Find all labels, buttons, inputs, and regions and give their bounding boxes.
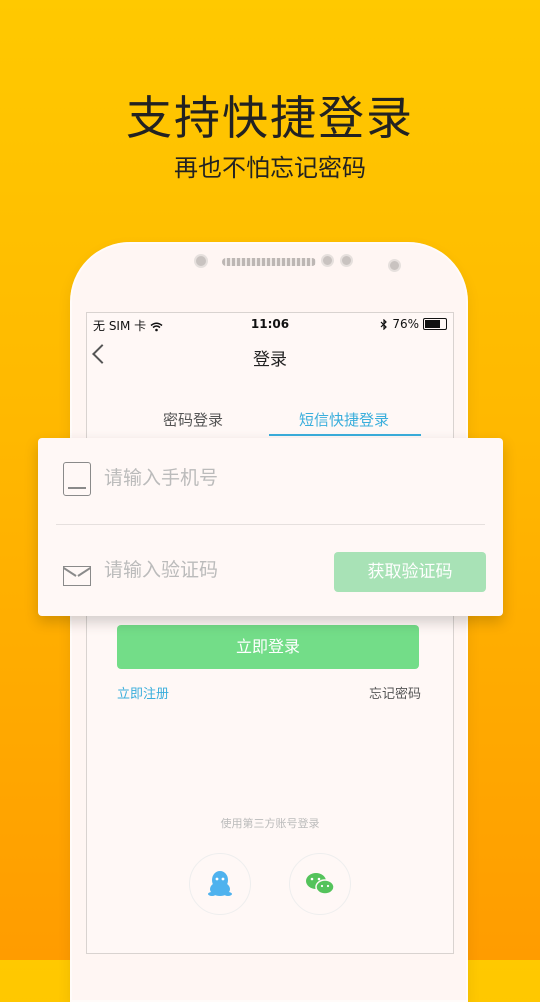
phone-input[interactable] [102, 466, 366, 490]
battery-icon [423, 318, 447, 330]
wechat-login-button[interactable] [289, 853, 351, 915]
nav-title: 登录 [253, 350, 287, 370]
tab-password-login[interactable]: 密码登录 [163, 409, 223, 430]
login-tabs: 密码登录 短信快捷登录 [87, 409, 453, 437]
bluetooth-icon [380, 318, 388, 330]
sensor-icon [321, 254, 334, 267]
battery-percent: 76% [392, 317, 419, 331]
promo-headline: 支持快捷登录 [126, 91, 414, 145]
code-input[interactable] [102, 558, 306, 582]
phone-icon [63, 462, 91, 496]
mail-icon [63, 566, 91, 586]
qq-icon [208, 871, 232, 896]
app-screen: 无 SIM 卡 11:06 76% 登录 密码登录 短信快捷登录 立即登录 立即… [86, 312, 454, 954]
tab-sms-login[interactable]: 短信快捷登录 [299, 409, 389, 430]
login-button[interactable]: 立即登录 [117, 625, 419, 669]
field-divider [56, 524, 485, 525]
register-link[interactable]: 立即注册 [117, 683, 169, 702]
speaker-grille [222, 258, 316, 266]
sensor-icon [388, 259, 401, 272]
get-code-button[interactable]: 获取验证码 [334, 552, 486, 592]
forgot-password-link[interactable]: 忘记密码 [369, 683, 421, 702]
sms-login-card: 获取验证码 [38, 438, 503, 616]
status-right: 76% [380, 317, 447, 331]
wechat-icon [306, 873, 335, 895]
sensor-icon [340, 254, 353, 267]
phone-row [38, 438, 503, 526]
promo-subline: 再也不怕忘记密码 [174, 154, 366, 182]
qq-login-button[interactable] [189, 853, 251, 915]
nav-bar: 登录 [87, 337, 453, 377]
status-bar: 无 SIM 卡 11:06 76% [87, 313, 453, 337]
active-tab-indicator [269, 434, 421, 436]
code-row: 获取验证码 [38, 528, 503, 616]
front-camera-icon [194, 254, 208, 268]
third-party-label: 使用第三方账号登录 [220, 817, 320, 830]
